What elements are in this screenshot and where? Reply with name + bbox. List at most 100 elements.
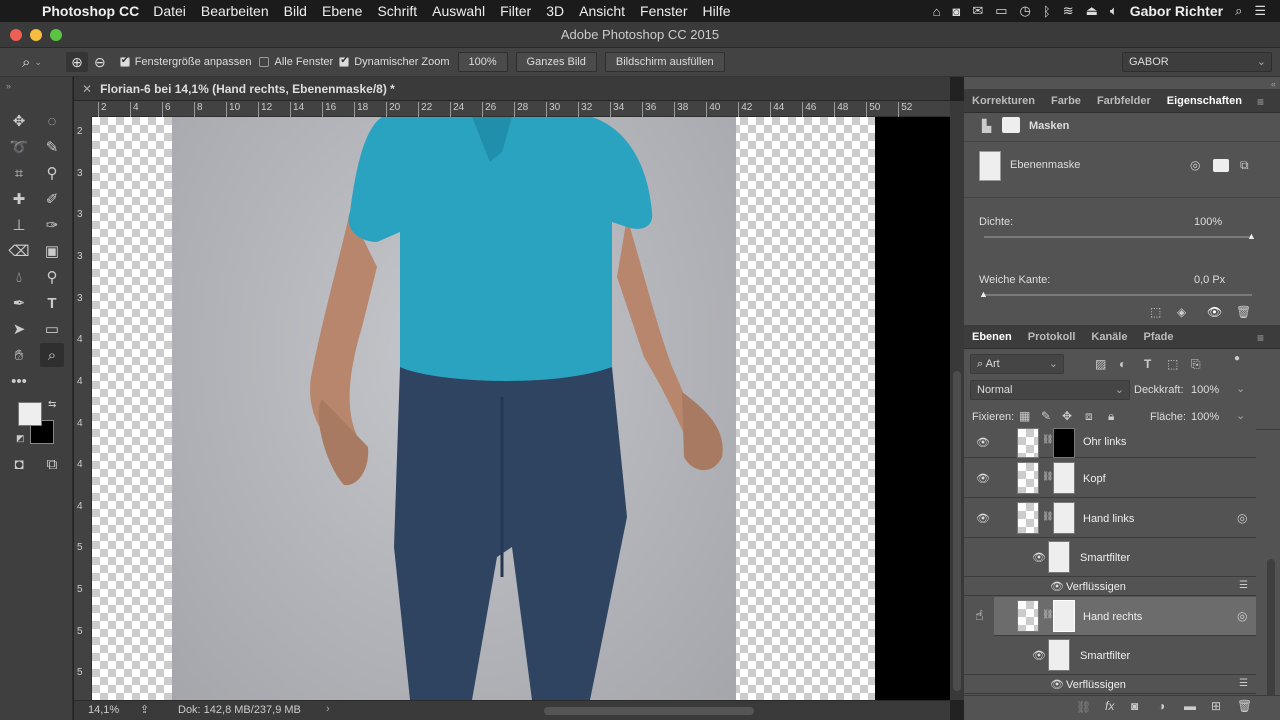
- workspace-select[interactable]: GABOR ⌄: [1122, 52, 1272, 72]
- close-window-icon[interactable]: [10, 29, 22, 41]
- filter-adjustment-layers-icon[interactable]: ◐: [1119, 357, 1126, 371]
- close-document-icon[interactable]: ✕: [82, 82, 92, 96]
- filter-row[interactable]: 👁︎ Verflüssigen ☰: [964, 578, 1256, 596]
- smart-filter-indicator-icon[interactable]: ◎: [1237, 609, 1247, 623]
- rectangle-tool-icon[interactable]: ▭: [40, 317, 64, 341]
- whole-image-button[interactable]: Ganzes Bild: [515, 52, 597, 72]
- layer-mask-thumbnail[interactable]: [1053, 502, 1075, 534]
- dynamic-zoom-option[interactable]: Dynamischer Zoom: [339, 55, 450, 68]
- menu-app-name[interactable]: Photoshop CC: [42, 3, 139, 19]
- add-layer-style-icon[interactable]: fx: [1105, 699, 1114, 713]
- status-zoom[interactable]: 14,1%: [88, 704, 119, 716]
- wifi-icon[interactable]: ≋: [1063, 3, 1074, 19]
- eject-icon[interactable]: ⏏: [1086, 3, 1098, 19]
- filter-type-layers-icon[interactable]: T: [1144, 357, 1151, 371]
- visibility-eye-icon[interactable]: 👁︎: [1050, 678, 1064, 691]
- lock-all-icon[interactable]: 🔒︎: [1108, 409, 1114, 424]
- menu-hilfe[interactable]: Hilfe: [703, 3, 731, 19]
- density-slider[interactable]: ▲: [984, 231, 1256, 241]
- layer-name[interactable]: Verflüssigen: [1066, 581, 1126, 593]
- horizontal-ruler[interactable]: 2 4 6 8 10 12 14 16 18 20 22 24 26 28 30 32 34 36 38 40 42 44…: [92, 101, 950, 117]
- smartfilter-row[interactable]: 👁︎ Smartfilter: [964, 539, 1256, 577]
- pen-tool-icon[interactable]: ✒: [7, 291, 31, 315]
- lock-image-pixels-icon[interactable]: ✎: [1041, 409, 1051, 423]
- dodge-tool-icon[interactable]: ⚲: [40, 265, 64, 289]
- layer-mask-mode-icon[interactable]: [1002, 117, 1020, 133]
- notification-list-icon[interactable]: ☰: [1254, 3, 1266, 19]
- link-icon[interactable]: ⛓︎: [1042, 511, 1053, 522]
- move-tool-icon[interactable]: ✥: [7, 109, 31, 133]
- type-tool-icon[interactable]: T: [40, 291, 64, 315]
- layer-name[interactable]: Ohr links: [1083, 436, 1126, 448]
- apply-mask-icon[interactable]: ◈: [1177, 305, 1186, 319]
- tab-pfade[interactable]: Pfade: [1135, 331, 1181, 343]
- zoom-window-icon[interactable]: [50, 29, 62, 41]
- vertical-scrollbar[interactable]: [950, 101, 964, 700]
- spotlight-search-icon[interactable]: ⌕: [1235, 3, 1242, 19]
- ruler-corner[interactable]: [74, 101, 92, 117]
- opacity-value[interactable]: 100%: [1191, 384, 1219, 396]
- zoom-tool-preset-icon[interactable]: ⌕: [22, 54, 30, 71]
- blur-tool-icon[interactable]: 💧︎: [7, 265, 31, 289]
- path-selection-tool-icon[interactable]: ➤: [7, 317, 31, 341]
- layer-name[interactable]: Hand links: [1083, 513, 1134, 525]
- layer-name[interactable]: Verflüssigen: [1066, 679, 1126, 691]
- hand-tool-icon[interactable]: ✋︎: [7, 343, 31, 367]
- visibility-eye-icon[interactable]: 👁︎: [976, 436, 990, 449]
- home-icon[interactable]: ⌂: [933, 4, 941, 19]
- add-mask-icon[interactable]: ◙: [1131, 699, 1138, 713]
- menu-auswahl[interactable]: Auswahl: [432, 3, 485, 19]
- layer-mask-thumbnail[interactable]: [1053, 462, 1075, 494]
- swap-colors-icon[interactable]: ⇆: [48, 399, 56, 410]
- new-layer-icon[interactable]: ⊞: [1211, 699, 1221, 713]
- link-icon[interactable]: ⛓︎: [1042, 434, 1053, 445]
- chevron-down-icon[interactable]: ⌄: [1236, 382, 1245, 395]
- chevron-down-icon[interactable]: ⌄: [1236, 409, 1245, 422]
- layer-name[interactable]: Hand rechts: [1083, 611, 1142, 623]
- tab-protokoll[interactable]: Protokoll: [1020, 331, 1084, 343]
- tab-ebenen[interactable]: Ebenen: [964, 331, 1020, 343]
- more-tools-icon[interactable]: •••: [7, 369, 31, 393]
- lock-artboard-icon[interactable]: ⧈: [1085, 409, 1093, 424]
- smart-filter-mask-thumbnail[interactable]: [1048, 541, 1070, 573]
- status-menu-arrow-icon[interactable]: ›: [326, 703, 330, 715]
- all-windows-checkbox[interactable]: [259, 57, 270, 68]
- density-value[interactable]: 100%: [1194, 216, 1222, 228]
- feather-value[interactable]: 0,0 Px: [1194, 274, 1225, 286]
- add-pixel-mask-icon[interactable]: [1213, 159, 1229, 172]
- record-icon[interactable]: ◙: [952, 4, 960, 19]
- menu-schrift[interactable]: Schrift: [377, 3, 417, 19]
- fill-value[interactable]: 100%: [1191, 411, 1219, 423]
- link-layers-icon[interactable]: ⛓︎: [1076, 700, 1091, 714]
- menu-datei[interactable]: Datei: [153, 3, 186, 19]
- default-colors-icon[interactable]: ◩: [16, 433, 25, 444]
- tab-eigenschaften[interactable]: Eigenschaften: [1159, 95, 1250, 107]
- layer-row[interactable]: 👁︎ ⛓︎ Ohr links: [964, 428, 1256, 458]
- vertical-scroll-thumb[interactable]: [953, 371, 961, 691]
- eraser-tool-icon[interactable]: ⌫: [7, 239, 31, 263]
- bluetooth-icon[interactable]: ᛒ: [1043, 4, 1051, 19]
- filter-pixel-layers-icon[interactable]: ▨: [1095, 357, 1106, 371]
- time-machine-icon[interactable]: ◷: [1020, 3, 1031, 19]
- layer-row[interactable]: 👁︎ ⛓︎ Kopf: [964, 459, 1256, 498]
- fill-screen-button[interactable]: Bildschirm ausfüllen: [604, 52, 725, 72]
- eyedropper-tool-icon[interactable]: ⚲: [40, 161, 64, 185]
- gradient-tool-icon[interactable]: ▣: [40, 239, 64, 263]
- filter-options-icon[interactable]: ☰: [1239, 580, 1248, 591]
- tab-kanaele[interactable]: Kanäle: [1083, 331, 1135, 343]
- feather-slider-knob[interactable]: ▲: [979, 289, 988, 299]
- vertical-ruler[interactable]: 2 3 3 3 3 4 4 4 4 4 5 5 5 5: [74, 117, 92, 700]
- menu-ansicht[interactable]: Ansicht: [579, 3, 625, 19]
- select-vector-mask-icon[interactable]: ◎: [1190, 158, 1200, 172]
- filter-smart-objects-icon[interactable]: ⎘: [1191, 357, 1201, 372]
- fit-window-checkbox[interactable]: [119, 55, 130, 68]
- collapse-panels-icon[interactable]: «: [1271, 79, 1276, 89]
- visibility-eye-icon[interactable]: 👁︎: [976, 512, 990, 525]
- visibility-eye-icon[interactable]: 👁︎: [1032, 551, 1046, 564]
- zoom-percent-field[interactable]: 100%: [457, 52, 508, 72]
- quick-selection-tool-icon[interactable]: ✎: [40, 135, 64, 159]
- filter-options-icon[interactable]: ☰: [1239, 678, 1248, 689]
- layer-row[interactable]: 👁︎ ⛓︎ Hand links ◎: [964, 499, 1256, 538]
- crop-tool-icon[interactable]: ⌗: [7, 161, 31, 185]
- menu-ebene[interactable]: Ebene: [322, 3, 362, 19]
